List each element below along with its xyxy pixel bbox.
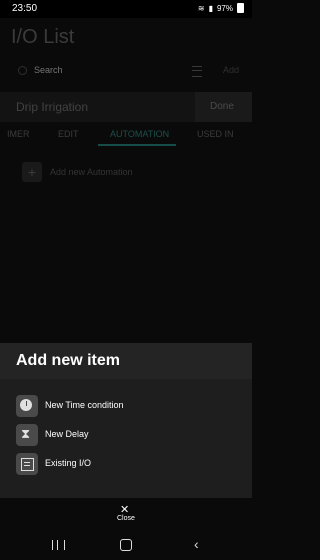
recent-apps-icon[interactable] <box>52 540 65 550</box>
done-button[interactable]: Done <box>195 92 252 122</box>
item-label: New Delay <box>45 429 89 439</box>
device-name: Drip Irrigation <box>16 100 89 114</box>
status-icons: ≋ ▮ 97% <box>198 3 244 13</box>
device-header: Drip Irrigation Done <box>0 92 252 122</box>
clock-icon <box>16 395 38 417</box>
close-button[interactable]: ✕ Close <box>0 498 252 530</box>
wifi-icon: ≋ <box>197 3 205 13</box>
home-icon[interactable] <box>120 539 132 551</box>
tab-bar: IMER EDIT AUTOMATION USED IN <box>0 122 252 146</box>
tab-active-indicator <box>98 144 176 146</box>
search-input[interactable] <box>34 65 154 75</box>
new-time-condition-item[interactable]: New Time condition <box>16 395 236 417</box>
new-delay-item[interactable]: ⧗ New Delay <box>16 424 236 446</box>
status-bar: 23:50 ≋ ▮ 97% <box>0 0 252 18</box>
sheet-header: Add new item <box>0 343 252 379</box>
battery-percent: 97% <box>216 3 233 13</box>
done-button-label: Done <box>210 101 234 112</box>
add-item-sheet: Add new item New Time condition ⧗ New De… <box>0 343 252 498</box>
filter-icon[interactable] <box>192 66 202 77</box>
plus-icon: + <box>22 162 42 182</box>
tab-used-in[interactable]: USED IN <box>197 129 234 139</box>
existing-io-item[interactable]: Existing I/O <box>16 453 236 475</box>
list-icon <box>16 453 38 475</box>
page-title: I/O List <box>11 26 75 48</box>
add-automation-label: Add new Automation <box>50 167 133 177</box>
sheet-title: Add new item <box>16 352 121 369</box>
add-button[interactable]: Add <box>223 65 239 75</box>
search-icon <box>18 66 27 75</box>
signal-icon: ▮ <box>208 3 213 13</box>
close-label: Close <box>117 515 135 522</box>
back-icon[interactable]: ‹ <box>194 536 199 552</box>
item-label: Existing I/O <box>45 458 92 468</box>
tab-automation[interactable]: AUTOMATION <box>110 129 169 139</box>
tab-timer[interactable]: IMER <box>7 129 30 139</box>
navigation-bar: ‹ <box>0 530 252 560</box>
status-time: 23:50 <box>12 3 38 14</box>
search-bar[interactable]: Add <box>10 60 242 82</box>
tab-edit[interactable]: EDIT <box>58 129 79 139</box>
hourglass-icon: ⧗ <box>16 424 38 446</box>
battery-icon <box>237 3 244 13</box>
item-label: New Time condition <box>45 400 124 410</box>
